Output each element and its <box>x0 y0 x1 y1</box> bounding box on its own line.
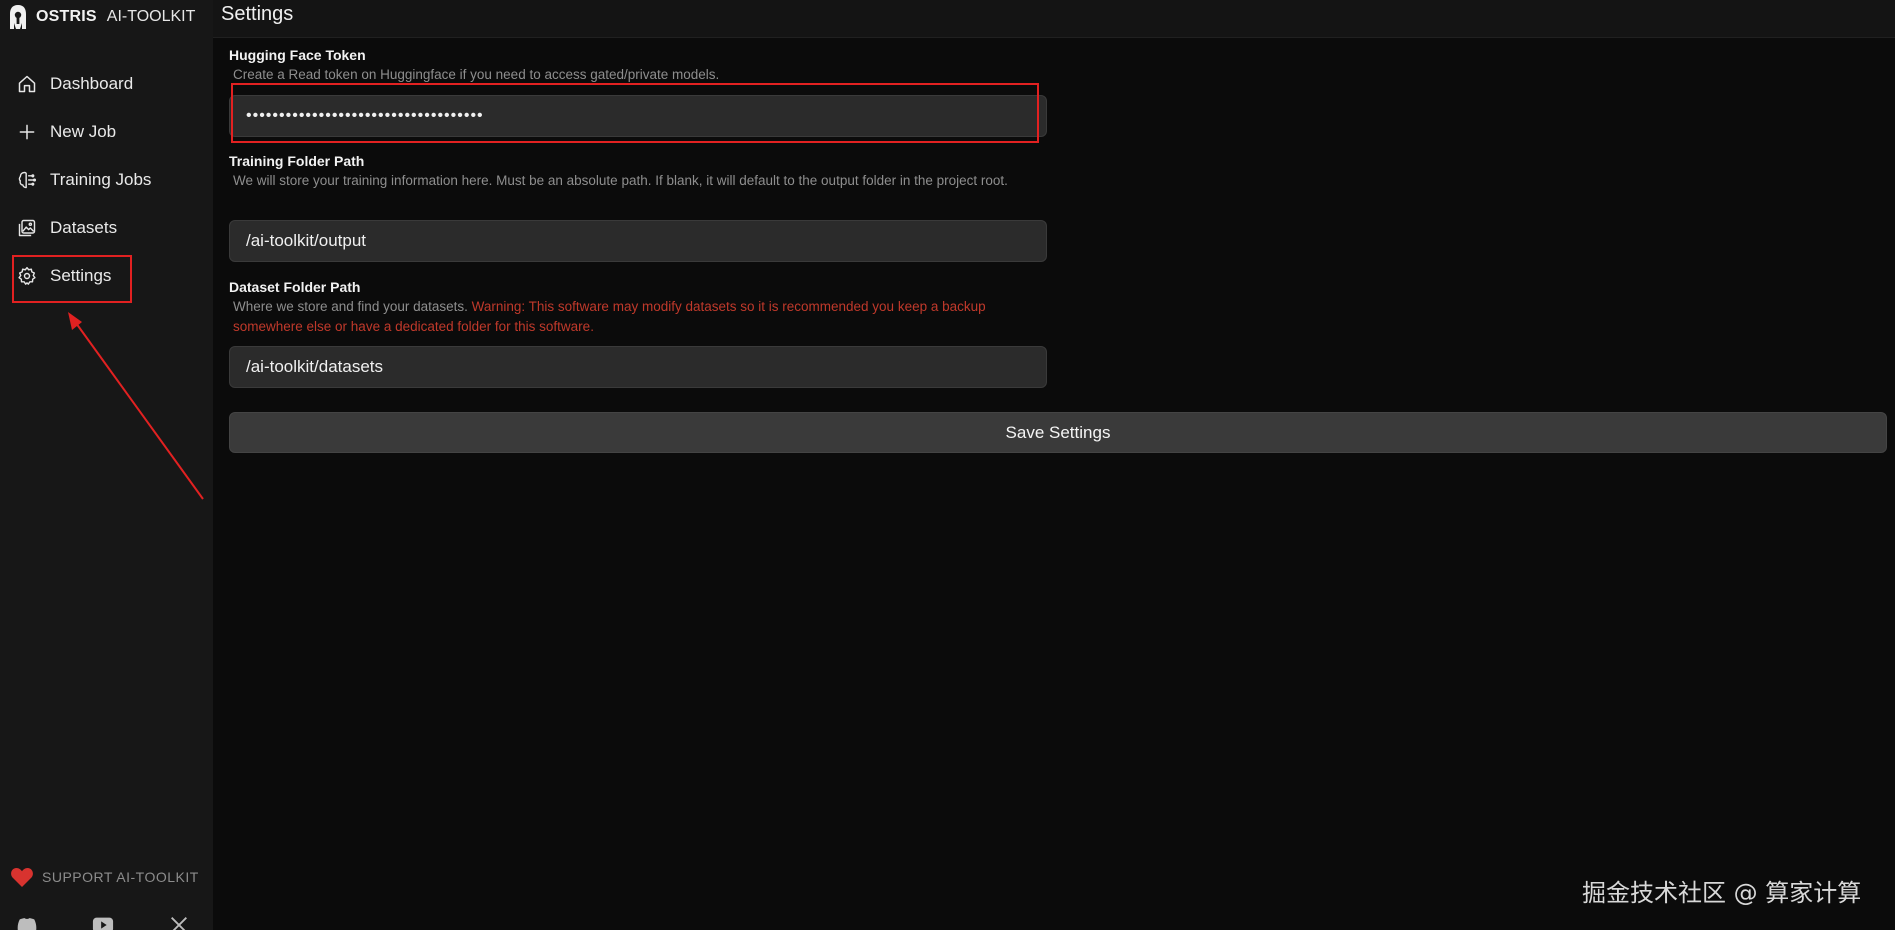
hf-token-label: Hugging Face Token <box>229 47 366 63</box>
gear-icon <box>16 265 38 287</box>
sidebar-item-label: Dashboard <box>50 74 134 93</box>
plus-icon <box>16 121 38 143</box>
sidebar-nav: Dashboard New Job Training Jobs Datasets <box>0 60 213 300</box>
sidebar-item-label: Training Jobs <box>50 170 152 189</box>
app-window: OSTRIS AI-TOOLKIT Dashboard New Job Trai… <box>0 0 1895 930</box>
ostris-logo-icon <box>10 5 26 29</box>
save-settings-button[interactable]: Save Settings <box>229 412 1887 453</box>
sidebar-item-training-jobs[interactable]: Training Jobs <box>0 156 213 204</box>
sidebar-item-new-job[interactable]: New Job <box>0 108 213 156</box>
brand-name: OSTRIS <box>36 8 97 25</box>
dataset-folder-description: Where we store and find your datasets. W… <box>233 297 1048 337</box>
home-icon <box>16 73 38 95</box>
sidebar-item-label: New Job <box>50 122 117 141</box>
training-folder-input[interactable] <box>229 220 1047 262</box>
sidebar-item-settings[interactable]: Settings <box>0 252 213 300</box>
sidebar-item-label: Settings <box>50 266 112 285</box>
brain-icon <box>16 169 38 191</box>
dataset-folder-input[interactable] <box>229 346 1047 388</box>
support-link[interactable]: SUPPORT AI-TOOLKIT <box>10 866 199 888</box>
page-title: Settings <box>221 3 294 25</box>
training-folder-label: Training Folder Path <box>229 153 365 169</box>
sidebar-item-datasets[interactable]: Datasets <box>0 204 213 252</box>
social-links <box>0 912 213 930</box>
heart-icon <box>11 868 33 887</box>
images-icon <box>16 217 38 239</box>
sidebar-item-dashboard[interactable]: Dashboard <box>0 60 213 108</box>
brand-subtitle: AI-TOOLKIT <box>106 8 196 25</box>
watermark: 掘金技术社区 @ 算家计算 <box>1582 879 1862 907</box>
annotation-arrow <box>68 312 204 500</box>
hf-token-input[interactable] <box>229 95 1047 137</box>
dataset-folder-description-text: Where we store and find your datasets. <box>233 299 468 314</box>
training-folder-description: We will store your training information … <box>233 173 1008 188</box>
dataset-folder-label: Dataset Folder Path <box>229 279 361 295</box>
hf-token-description: Create a Read token on Huggingface if yo… <box>233 67 720 82</box>
sidebar-item-label: Datasets <box>50 218 118 237</box>
support-label: SUPPORT AI-TOOLKIT <box>42 869 199 885</box>
discord-icon[interactable] <box>16 916 38 930</box>
sidebar: OSTRIS AI-TOOLKIT Dashboard New Job Trai… <box>0 0 213 930</box>
x-icon[interactable] <box>168 916 190 930</box>
top-header: Settings <box>213 0 1895 38</box>
youtube-icon[interactable] <box>92 916 114 930</box>
brand[interactable]: OSTRIS AI-TOOLKIT <box>8 2 195 32</box>
